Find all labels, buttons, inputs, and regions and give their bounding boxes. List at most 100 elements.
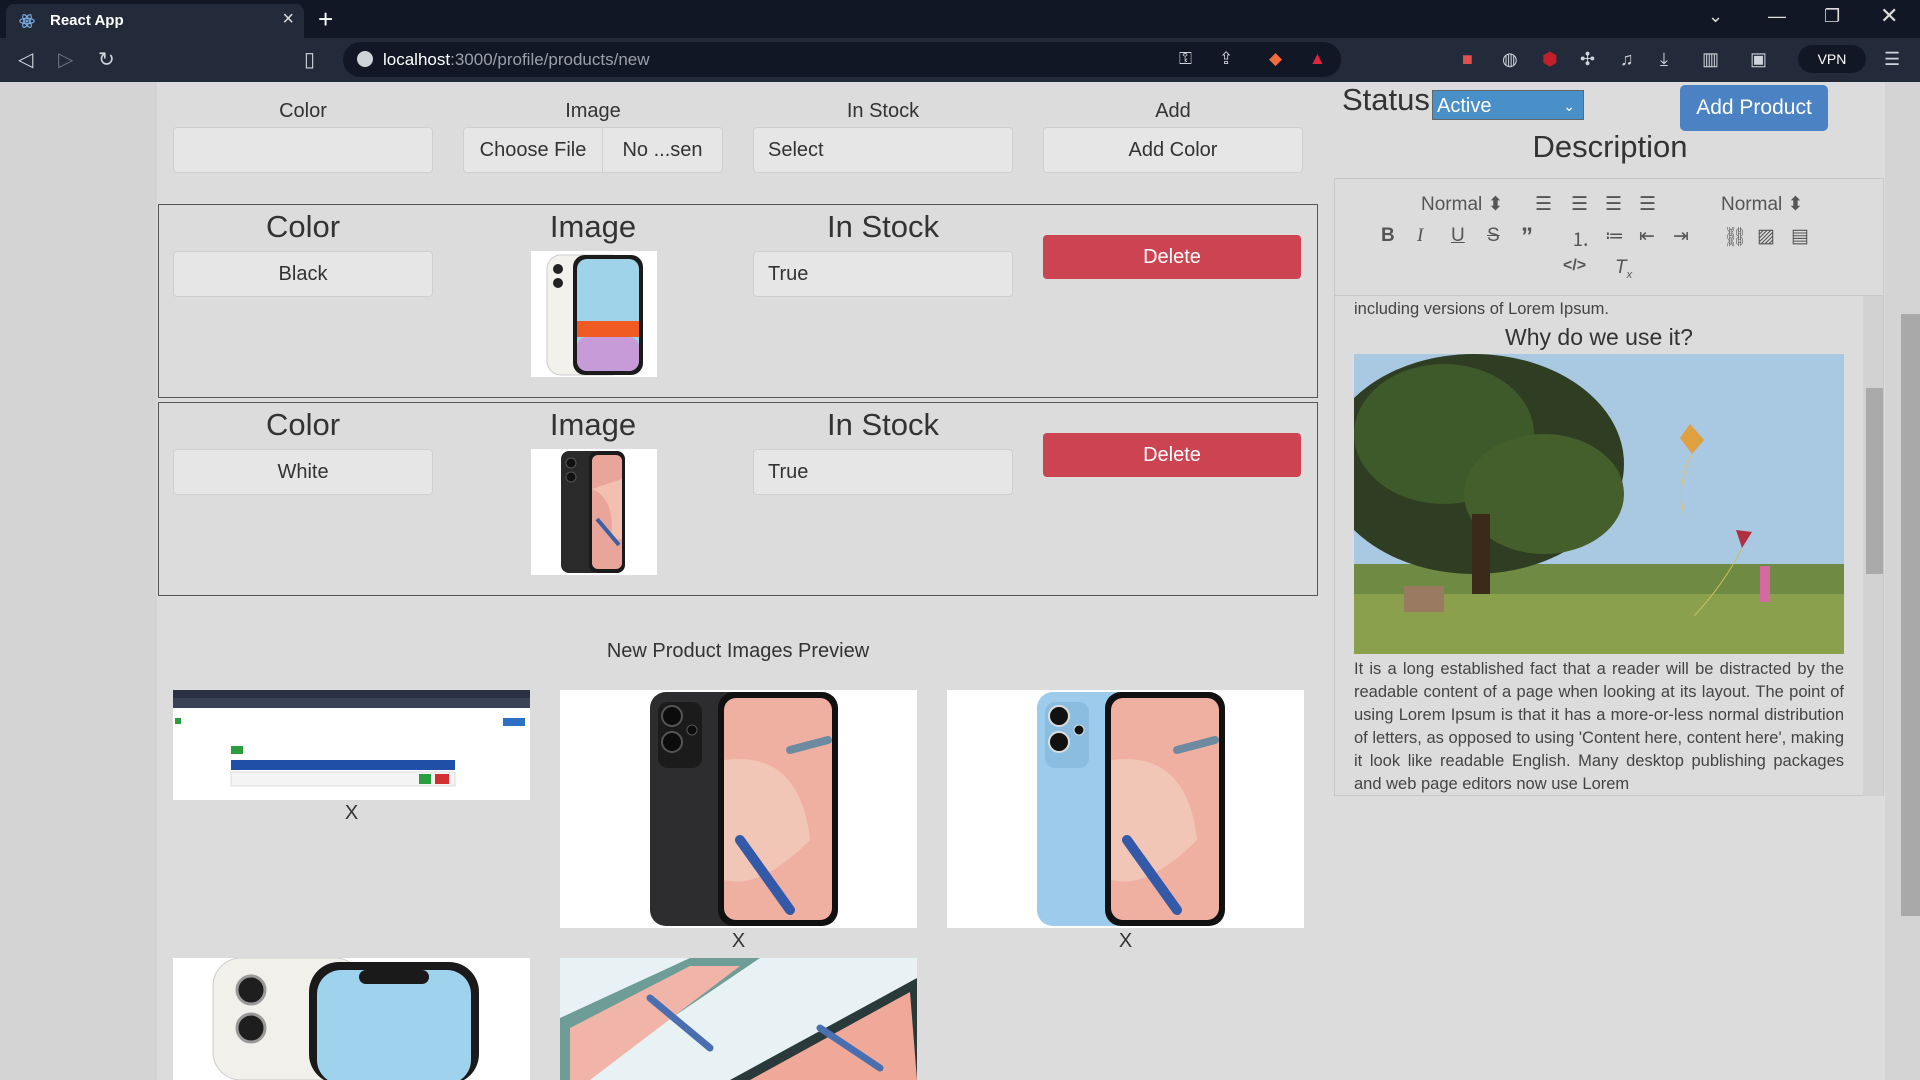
- react-icon: [19, 14, 35, 28]
- puzzle-icon[interactable]: ✣: [1580, 49, 1595, 70]
- redmi-black-image: [561, 451, 625, 573]
- video-icon[interactable]: ▤: [1791, 225, 1809, 248]
- variant-instock-value[interactable]: True: [753, 251, 1013, 297]
- add-product-button[interactable]: Add Product: [1680, 85, 1828, 131]
- underline-icon[interactable]: U: [1451, 225, 1465, 247]
- choose-file-button[interactable]: Choose File: [464, 128, 603, 172]
- variant-color-value[interactable]: Black: [173, 251, 433, 297]
- color-input[interactable]: [173, 127, 433, 173]
- preview-image: [173, 958, 530, 1080]
- editor-paragraph: It is a long established fact that a rea…: [1354, 660, 1844, 793]
- screenshot-preview-image: [173, 690, 530, 787]
- close-window-icon[interactable]: ✕: [1880, 3, 1898, 29]
- ordered-list-icon[interactable]: ⒈: [1571, 225, 1590, 252]
- editor-body[interactable]: including versions of Lorem Ipsum. Why d…: [1335, 296, 1883, 796]
- outdent-icon[interactable]: ⇤: [1639, 225, 1655, 248]
- iphone-white-image: [546, 254, 643, 376]
- globe-icon[interactable]: ◍: [1502, 49, 1518, 70]
- share-icon[interactable]: ⇪: [1219, 49, 1233, 69]
- page-scrollbar-thumb[interactable]: [1901, 314, 1920, 916]
- wallet-icon[interactable]: ▣: [1750, 49, 1767, 70]
- variant-color-value[interactable]: White: [173, 449, 433, 495]
- description-title: Description: [1532, 129, 1688, 164]
- instock-label: In Stock: [846, 100, 920, 122]
- browser-tab[interactable]: React App ×: [6, 4, 304, 38]
- delete-variant-button[interactable]: Delete: [1043, 433, 1301, 477]
- extension-icon[interactable]: ■: [1462, 49, 1473, 70]
- delete-variant-button[interactable]: Delete: [1043, 235, 1301, 279]
- editor-heading: Why do we use it?: [1505, 324, 1693, 350]
- remove-preview-button[interactable]: X: [173, 802, 530, 825]
- variant-image-label: Image: [549, 209, 637, 244]
- back-icon[interactable]: ◁: [18, 47, 33, 72]
- align-justify-icon[interactable]: ☰: [1639, 193, 1656, 216]
- italic-icon[interactable]: I: [1417, 225, 1423, 247]
- variant-image: [531, 449, 657, 575]
- editor-scrollbar[interactable]: [1863, 296, 1883, 796]
- brave-rewards-icon[interactable]: ▲: [1309, 49, 1326, 69]
- file-name-text: No ...sen: [622, 139, 703, 161]
- editor-scrollbar-thumb[interactable]: [1866, 388, 1883, 574]
- add-color-button[interactable]: Add Color: [1043, 127, 1303, 173]
- forward-icon[interactable]: ▷: [58, 47, 73, 72]
- variant-instock-value[interactable]: True: [753, 449, 1013, 495]
- key-icon[interactable]: ⚿: [1179, 49, 1192, 69]
- preview-image: [560, 690, 917, 928]
- bookmark-icon[interactable]: ▯: [304, 47, 315, 72]
- bullet-list-icon[interactable]: ≔: [1605, 225, 1624, 248]
- music-icon[interactable]: ♫: [1620, 49, 1634, 70]
- close-tab-icon[interactable]: ×: [282, 8, 294, 31]
- editor-text-top: including versions of Lorem Ipsum.: [1354, 300, 1609, 318]
- bold-icon[interactable]: B: [1381, 225, 1395, 247]
- vpn-button[interactable]: VPN: [1798, 45, 1866, 73]
- remove-preview-button[interactable]: X: [947, 930, 1304, 953]
- browser-toolbar: ◁ ▷ ↻ ▯ localhost:3000/profile/products/…: [0, 38, 1920, 82]
- iphone-white-closeup-image: [212, 958, 479, 1080]
- image-icon[interactable]: ▨: [1757, 225, 1775, 248]
- size-select[interactable]: Normal ⬍: [1721, 193, 1803, 216]
- variant-card: Color Image In Stock Black True Delete: [158, 204, 1318, 398]
- blockquote-icon[interactable]: ”: [1521, 223, 1533, 251]
- code-block-icon[interactable]: </>: [1563, 257, 1586, 275]
- new-tab-icon[interactable]: +: [318, 4, 333, 35]
- align-left-icon[interactable]: ☰: [1535, 193, 1552, 216]
- minimize-icon[interactable]: —: [1768, 6, 1786, 27]
- rich-text-editor: Normal ⬍ ☰ ☰ ☰ ☰ Normal ⬍ B I U S ” ⒈ ≔ …: [1334, 178, 1884, 796]
- variant-card: Color Image In Stock White True Delete: [158, 402, 1318, 596]
- site-info-icon[interactable]: [357, 51, 373, 67]
- redmi-black-phone-image: [650, 692, 838, 926]
- instock-select[interactable]: Select: [753, 127, 1013, 173]
- preview-image: [560, 958, 917, 1080]
- sidebar-icon[interactable]: ▥: [1702, 49, 1719, 70]
- link-icon[interactable]: ⛓: [1723, 225, 1747, 249]
- variant-image: [531, 251, 657, 377]
- status-select-value: Active: [1437, 95, 1492, 117]
- remove-preview-button[interactable]: X: [560, 930, 917, 953]
- variant-instock-label: In Stock: [827, 209, 939, 244]
- preview-image: [173, 690, 530, 800]
- brave-shield-icon[interactable]: ◆: [1269, 49, 1282, 69]
- status-select[interactable]: Active ⌄: [1432, 90, 1584, 120]
- ublock-icon[interactable]: ⬢: [1542, 49, 1558, 70]
- preview-title: New Product Images Preview: [606, 640, 870, 662]
- strike-icon[interactable]: S: [1487, 225, 1500, 247]
- variant-color-label: Color: [265, 407, 341, 442]
- maximize-icon[interactable]: ❐: [1824, 6, 1840, 27]
- clear-format-icon[interactable]: Tx: [1615, 257, 1632, 281]
- indent-icon[interactable]: ⇥: [1673, 225, 1689, 248]
- editor-image: [1354, 354, 1844, 654]
- header-select[interactable]: Normal ⬍: [1421, 193, 1503, 216]
- variant-instock-label: In Stock: [827, 407, 939, 442]
- image-file-input[interactable]: Choose File No ...sen: [463, 127, 723, 173]
- align-center-icon[interactable]: ☰: [1571, 193, 1588, 216]
- address-bar[interactable]: localhost:3000/profile/products/new ⚿ ⇪ …: [343, 42, 1341, 77]
- browser-tab-bar: React App × + ⌄ — ❐ ✕: [0, 0, 1920, 38]
- reload-icon[interactable]: ↻: [98, 47, 115, 72]
- menu-icon[interactable]: ☰: [1884, 49, 1900, 70]
- page-scrollbar[interactable]: [1898, 82, 1920, 1080]
- editor-toolbar: Normal ⬍ ☰ ☰ ☰ ☰ Normal ⬍ B I U S ” ⒈ ≔ …: [1335, 179, 1883, 296]
- tab-list-chevron-icon[interactable]: ⌄: [1708, 6, 1723, 27]
- preview-image: [947, 690, 1304, 928]
- download-icon[interactable]: ⤓: [1660, 49, 1668, 70]
- align-right-icon[interactable]: ☰: [1605, 193, 1622, 216]
